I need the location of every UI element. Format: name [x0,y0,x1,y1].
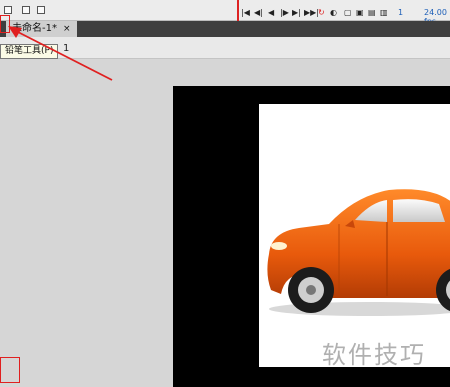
annotation-arrow [8,26,113,81]
